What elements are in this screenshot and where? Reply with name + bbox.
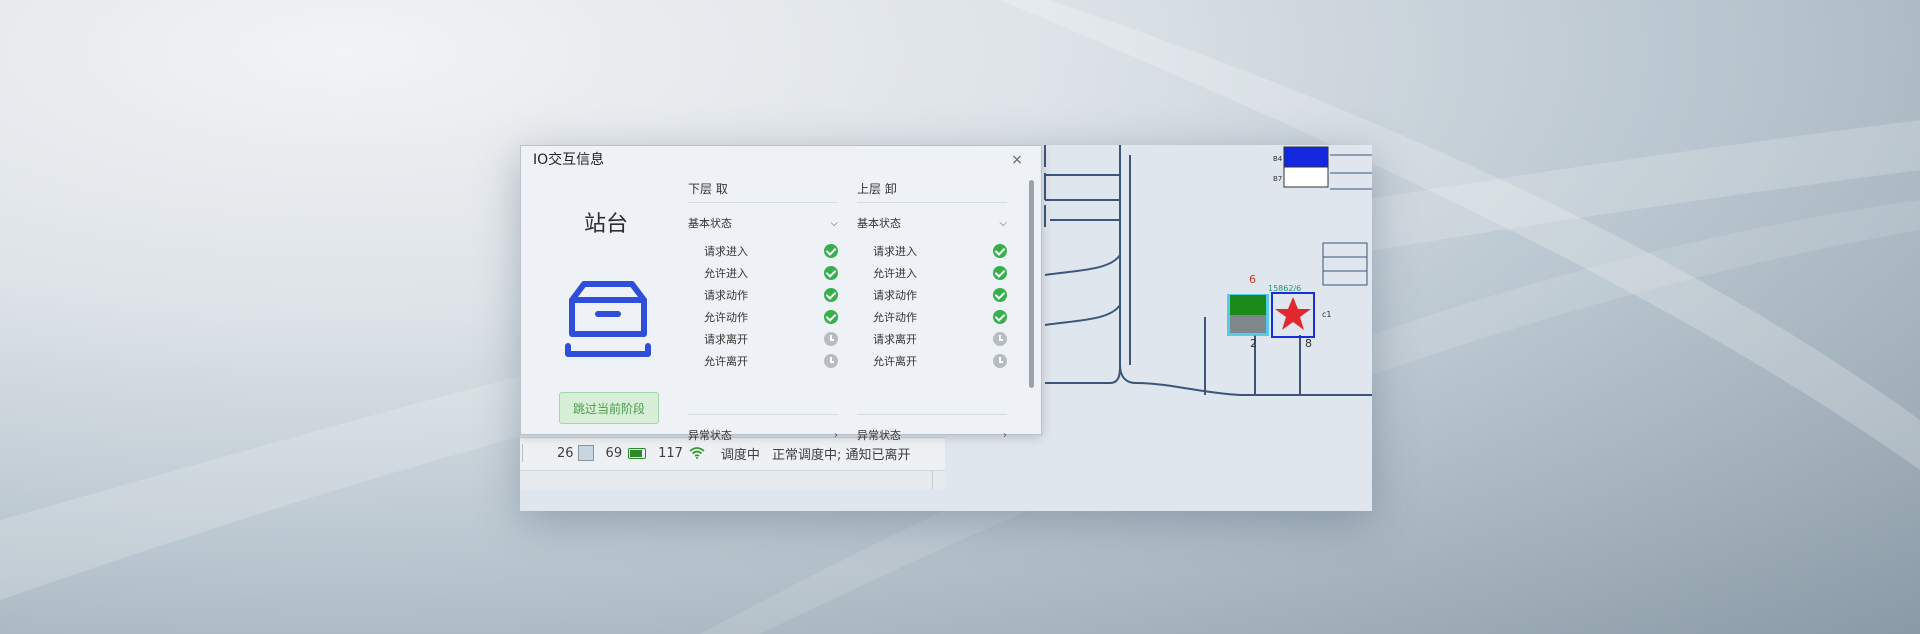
status-divider-2 <box>932 471 933 489</box>
dialog-title: IO交互信息 <box>533 152 605 168</box>
check-circle-icon <box>824 244 838 258</box>
chevron-right-icon: › <box>834 429 838 441</box>
list-item: 允许进入 <box>704 262 838 284</box>
signal-value: 117 <box>658 445 683 461</box>
row-label: 请求进入 <box>873 245 917 258</box>
divider <box>857 414 1007 415</box>
row-label: 请求离开 <box>873 333 917 346</box>
check-circle-icon <box>993 244 1007 258</box>
chevron-right-icon: › <box>1003 429 1007 441</box>
check-circle-icon <box>824 288 838 302</box>
column-header: 上层 卸 <box>857 182 897 196</box>
list-item: 请求进入 <box>873 240 1007 262</box>
row-label: 允许离开 <box>873 355 917 368</box>
clock-icon <box>824 332 838 346</box>
map-block-blue <box>1283 146 1329 168</box>
status-list: 请求进入 允许进入 请求动作 允许动作 请求离开 允许离开 <box>873 240 1007 372</box>
clock-icon <box>993 332 1007 346</box>
check-circle-icon <box>824 266 838 280</box>
list-item: 请求动作 <box>704 284 838 306</box>
chevron-down-icon: ⌵ <box>999 217 1007 229</box>
app-screenshot: B4 B7 6 15862/6 2 8 c1 26 69 117 调度中 正常调… <box>520 145 1372 511</box>
row-label: 请求离开 <box>704 333 748 346</box>
map-label-6: 6 <box>1249 273 1256 286</box>
basic-status-toggle[interactable]: 基本状态 ⌵ <box>688 214 838 232</box>
station-title: 站台 <box>583 212 628 237</box>
status-list: 请求进入 允许进入 请求动作 允许动作 请求离开 允许离开 <box>704 240 838 372</box>
check-circle-icon <box>993 266 1007 280</box>
column-header: 下层 取 <box>688 182 728 196</box>
list-item: 请求动作 <box>873 284 1007 306</box>
list-item: 请求进入 <box>704 240 838 262</box>
image-icon <box>577 445 594 461</box>
row-label: 允许进入 <box>873 267 917 280</box>
list-item: 允许离开 <box>704 350 838 372</box>
status-bar: 26 69 117 调度中 正常调度中; 通知已离开 <box>520 437 945 489</box>
map-label-b4: B4 <box>1273 155 1283 163</box>
abnormal-label: 异常状态 <box>688 429 732 442</box>
chevron-down-icon: ⌵ <box>830 217 838 229</box>
list-item: 请求离开 <box>704 328 838 350</box>
status-subrow <box>520 470 945 489</box>
map-label-b7: B7 <box>1273 175 1282 183</box>
list-item: 允许动作 <box>704 306 838 328</box>
row-label: 允许进入 <box>704 267 748 280</box>
list-item: 请求离开 <box>873 328 1007 350</box>
status-mode: 调度中 <box>720 447 760 463</box>
battery-icon <box>628 447 647 459</box>
divider <box>688 202 838 203</box>
check-circle-icon <box>824 310 838 324</box>
row-label: 请求动作 <box>704 289 748 302</box>
list-item: 允许动作 <box>873 306 1007 328</box>
abnormal-status-toggle[interactable]: 异常状态 › <box>688 426 838 444</box>
check-circle-icon <box>993 310 1007 324</box>
abnormal-status-toggle[interactable]: 异常状态 › <box>857 426 1007 444</box>
battery-value: 69 <box>605 445 623 461</box>
skip-stage-button[interactable]: 跳过当前阶段 <box>559 392 659 424</box>
status-divider <box>522 444 523 462</box>
status-count: 26 <box>557 445 594 461</box>
group-label: 基本状态 <box>688 217 732 230</box>
map-label-id: 15862/6 <box>1268 284 1301 293</box>
map-label-8: 8 <box>1305 337 1312 350</box>
map-label-2: 2 <box>1250 337 1257 350</box>
divider <box>688 414 838 415</box>
basic-status-toggle[interactable]: 基本状态 ⌵ <box>857 214 1007 232</box>
row-label: 允许离开 <box>704 355 748 368</box>
row-label: 允许动作 <box>873 311 917 324</box>
row-label: 请求进入 <box>704 245 748 258</box>
clock-icon <box>993 354 1007 368</box>
clock-icon <box>824 354 838 368</box>
status-message: 正常调度中; 通知已离开 <box>771 447 911 463</box>
status-signal: 117 <box>658 446 705 461</box>
group-label: 基本状态 <box>857 217 901 230</box>
station-pane: 站台 跳过当前阶段 <box>521 170 691 434</box>
status-count-value: 26 <box>557 445 574 461</box>
check-circle-icon <box>993 288 1007 302</box>
row-label: 请求动作 <box>873 289 917 302</box>
list-item: 允许离开 <box>873 350 1007 372</box>
list-item: 允许进入 <box>873 262 1007 284</box>
row-label: 允许动作 <box>704 311 748 324</box>
vertical-scrollbar[interactable] <box>1029 180 1034 388</box>
io-interaction-dialog: IO交互信息 × 站台 跳过当前阶段 下层 取 基本状态 ⌵ 请求进入 允许进入… <box>520 145 1042 442</box>
abnormal-label: 异常状态 <box>857 429 901 442</box>
package-box-icon <box>565 281 651 357</box>
vehicle-green <box>1230 295 1266 315</box>
map-label-c1: c1 <box>1322 310 1332 319</box>
close-button[interactable]: × <box>1009 152 1025 168</box>
divider <box>857 202 1007 203</box>
status-battery: 69 <box>606 446 647 461</box>
wifi-icon <box>689 447 705 459</box>
